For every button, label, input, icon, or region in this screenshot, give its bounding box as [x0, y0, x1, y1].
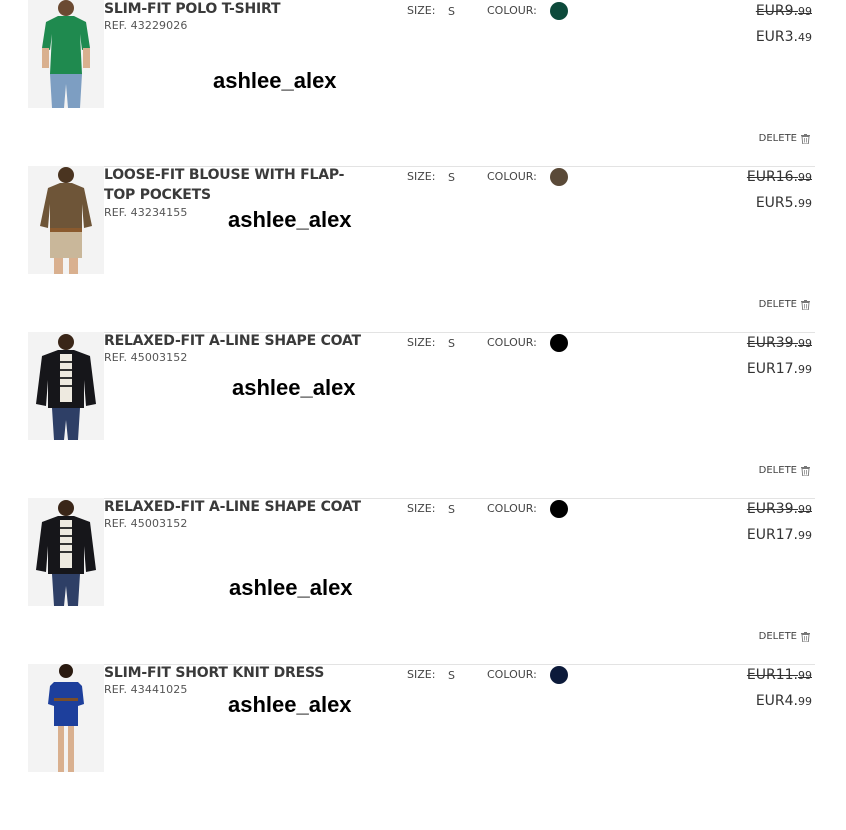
sale-price: EUR3.49: [756, 29, 812, 45]
price-cents: 99: [798, 337, 812, 350]
delete-button[interactable]: DELETE: [759, 631, 810, 642]
sale-price: EUR5.99: [756, 195, 812, 211]
delete-button[interactable]: DELETE: [759, 465, 810, 476]
watermark-text: ashlee_alex: [228, 692, 352, 717]
cart-item: SLIM-FIT POLO T-SHIRT REF. 43229026 ashl…: [28, 0, 815, 167]
original-price: EUR9.99: [756, 3, 812, 19]
colour-label: COLOUR:: [487, 336, 537, 349]
price-main: EUR3.: [755, 29, 798, 45]
original-price: EUR16.99: [747, 169, 812, 185]
delete-label: DELETE: [758, 465, 797, 476]
colour-swatch: [550, 2, 568, 20]
sale-price: EUR4.99: [756, 693, 812, 709]
trash-icon: [801, 631, 810, 642]
product-name[interactable]: SLIM-FIT POLO T-SHIRT: [104, 0, 370, 19]
delete-label: DELETE: [758, 299, 797, 310]
delete-label: DELETE: [758, 631, 797, 642]
product-name[interactable]: RELAXED-FIT A-LINE SHAPE COAT: [104, 497, 370, 517]
price-cents: 99: [798, 529, 812, 542]
size-label: SIZE:: [407, 668, 436, 681]
product-image-coat[interactable]: [28, 498, 104, 606]
colour-label: COLOUR:: [487, 4, 537, 17]
price-main: EUR17.: [746, 527, 798, 543]
product-image-polo[interactable]: [28, 0, 104, 108]
price-cents: 99: [798, 503, 812, 516]
product-ref: REF. 45003152: [104, 351, 188, 364]
watermark-text: ashlee_alex: [228, 207, 352, 232]
colour-label: COLOUR:: [487, 668, 537, 681]
price-cents: 99: [798, 695, 812, 708]
cart-item: RELAXED-FIT A-LINE SHAPE COAT REF. 45003…: [28, 498, 815, 665]
colour-swatch: [550, 500, 568, 518]
watermark-text: ashlee_alex: [232, 375, 356, 400]
size-label: SIZE:: [407, 4, 436, 17]
price-main: EUR17.: [746, 361, 798, 377]
size-value: S: [448, 337, 455, 350]
product-ref: REF. 43441025: [104, 683, 188, 696]
price-main: EUR16.: [746, 169, 798, 185]
sale-price: EUR17.99: [747, 361, 812, 377]
size-value: S: [448, 669, 455, 682]
price-main: EUR4.: [755, 693, 798, 709]
product-name[interactable]: SLIM-FIT SHORT KNIT DRESS: [104, 663, 370, 683]
sale-price: EUR17.99: [747, 527, 812, 543]
size-label: SIZE:: [407, 502, 436, 515]
size-label: SIZE:: [407, 170, 436, 183]
watermark-text: ashlee_alex: [229, 575, 353, 600]
product-name[interactable]: LOOSE-FIT BLOUSE WITH FLAP-TOP POCKETS: [104, 165, 370, 205]
price-main: EUR5.: [755, 195, 798, 211]
product-image-coat[interactable]: [28, 332, 104, 440]
colour-label: COLOUR:: [487, 502, 537, 515]
product-ref: REF. 45003152: [104, 517, 188, 530]
delete-button[interactable]: DELETE: [759, 133, 810, 144]
delete-label: DELETE: [758, 133, 797, 144]
delete-button[interactable]: DELETE: [759, 299, 810, 310]
original-price: EUR11.99: [747, 667, 812, 683]
price-cents: 99: [798, 363, 812, 376]
watermark-text: ashlee_alex: [213, 68, 337, 93]
trash-icon: [801, 133, 810, 144]
colour-swatch: [550, 168, 568, 186]
trash-icon: [801, 299, 810, 310]
product-ref: REF. 43234155: [104, 206, 188, 219]
original-price: EUR39.99: [747, 501, 812, 517]
colour-swatch: [550, 666, 568, 684]
original-price: EUR39.99: [747, 335, 812, 351]
size-value: S: [448, 5, 455, 18]
size-value: S: [448, 171, 455, 184]
price-main: EUR39.: [746, 501, 798, 517]
size-value: S: [448, 503, 455, 516]
price-main: EUR39.: [746, 335, 798, 351]
price-cents: 49: [798, 31, 812, 44]
size-label: SIZE:: [407, 336, 436, 349]
price-cents: 99: [798, 197, 812, 210]
price-cents: 99: [798, 171, 812, 184]
price-cents: 99: [798, 669, 812, 682]
product-ref: REF. 43229026: [104, 19, 188, 32]
colour-swatch: [550, 334, 568, 352]
product-image-dress[interactable]: [28, 664, 104, 772]
cart-item: SLIM-FIT SHORT KNIT DRESS REF. 43441025 …: [28, 664, 815, 830]
cart-item: RELAXED-FIT A-LINE SHAPE COAT REF. 45003…: [28, 332, 815, 499]
price-main: EUR11.: [746, 667, 798, 683]
price-cents: 99: [798, 5, 812, 18]
product-name[interactable]: RELAXED-FIT A-LINE SHAPE COAT: [104, 331, 370, 351]
trash-icon: [801, 465, 810, 476]
price-main: EUR9.: [755, 3, 798, 19]
cart-item: LOOSE-FIT BLOUSE WITH FLAP-TOP POCKETS R…: [28, 166, 815, 333]
colour-label: COLOUR:: [487, 170, 537, 183]
product-image-blouse[interactable]: [28, 166, 104, 274]
